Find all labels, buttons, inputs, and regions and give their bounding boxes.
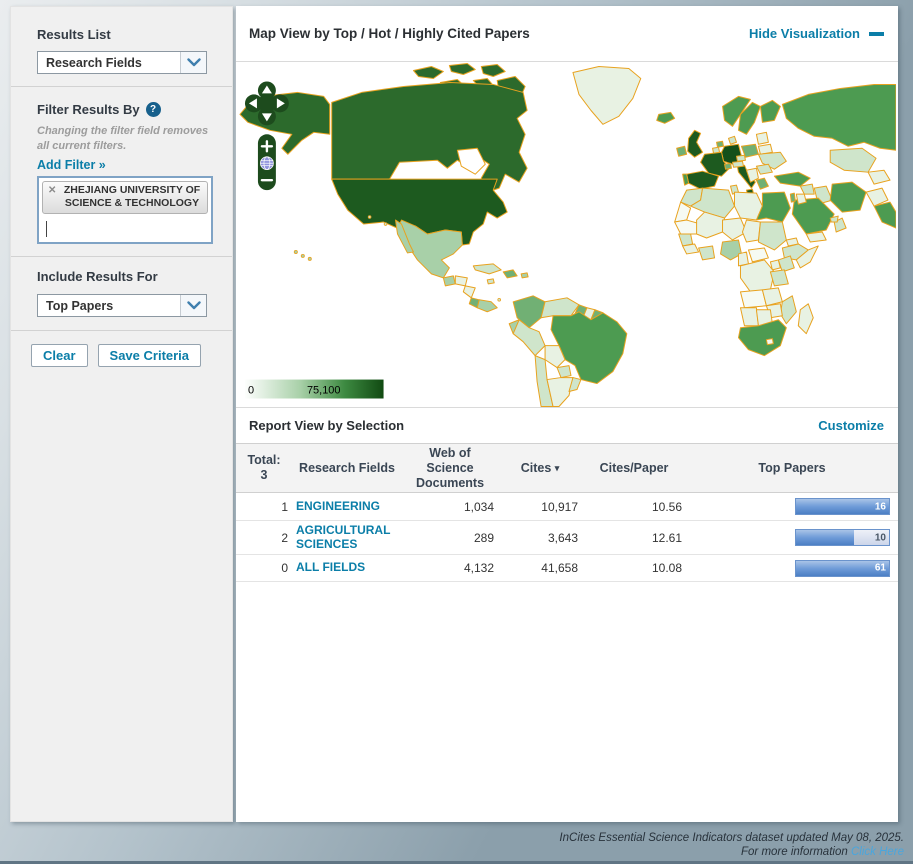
- results-list-value: Research Fields: [38, 52, 180, 73]
- results-list-section: Results List Research Fields: [11, 7, 232, 86]
- column-cites-sorted[interactable]: Cites ▾: [498, 444, 582, 493]
- sort-descending-icon: ▾: [555, 463, 560, 473]
- save-criteria-button[interactable]: Save Criteria: [98, 344, 202, 367]
- results-list-heading: Results List: [37, 27, 216, 42]
- report-header-bar: Report View by Selection Customize: [236, 408, 898, 443]
- column-wos-documents[interactable]: Web of Science Documents: [402, 444, 498, 493]
- top-papers-cell: 10: [686, 521, 898, 555]
- minus-icon: [869, 32, 884, 36]
- add-filter-link[interactable]: Add Filter »: [37, 158, 106, 172]
- results-list-dropdown[interactable]: Research Fields: [37, 51, 207, 74]
- wos-documents-cell: 1,034: [402, 493, 498, 521]
- help-icon[interactable]: ?: [146, 102, 161, 117]
- include-results-section: Include Results For Top Papers: [11, 257, 232, 330]
- cites-cell: 3,643: [498, 521, 582, 555]
- field-link[interactable]: ALL FIELDS: [296, 560, 365, 574]
- filter-by-heading: Filter Results By: [37, 102, 140, 117]
- top-papers-bar: 61: [795, 560, 890, 577]
- top-papers-value: 16: [875, 501, 886, 512]
- column-cites-per-paper[interactable]: Cites/Paper: [582, 444, 686, 493]
- field-link[interactable]: AGRICULTURAL SCIENCES: [296, 523, 390, 551]
- map-zoom-control[interactable]: [258, 134, 276, 190]
- cites-per-paper-cell: 10.56: [582, 493, 686, 521]
- map-header-bar: Map View by Top / Hot / Highly Cited Pap…: [236, 6, 898, 62]
- main-panel: Map View by Top / Hot / Highly Cited Pap…: [236, 6, 898, 822]
- include-results-dropdown[interactable]: Top Papers: [37, 294, 207, 317]
- wos-documents-cell: 289: [402, 521, 498, 555]
- legend-min-label: 0: [248, 385, 254, 397]
- rank-cell: 2: [236, 521, 292, 555]
- top-papers-bar: 16: [795, 498, 890, 515]
- choropleth-map-area: 0 75,100: [236, 62, 898, 408]
- active-filters-box[interactable]: ✕ ZHEJIANG UNIVERSITY OF SCIENCE & TECHN…: [37, 176, 213, 244]
- dataset-footer: InCites Essential Science Indicators dat…: [559, 831, 904, 859]
- filter-tag-label: ZHEJIANG UNIVERSITY OF SCIENCE & TECHNOL…: [64, 184, 200, 209]
- customize-link[interactable]: Customize: [818, 418, 884, 433]
- cites-per-paper-cell: 12.61: [582, 521, 686, 555]
- rank-cell: 0: [236, 555, 292, 582]
- include-results-value: Top Papers: [38, 295, 180, 316]
- top-papers-cell: 16: [686, 493, 898, 521]
- table-header-row: Total: 3 Research Fields Web of Science …: [236, 444, 898, 493]
- sidebar-actions: Clear Save Criteria: [11, 331, 232, 367]
- filter-tag[interactable]: ✕ ZHEJIANG UNIVERSITY OF SCIENCE & TECHN…: [42, 181, 208, 214]
- dataset-updated-text: InCites Essential Science Indicators dat…: [559, 831, 904, 845]
- hide-visualization-label: Hide Visualization: [749, 26, 860, 41]
- cites-cell: 41,658: [498, 555, 582, 582]
- text-cursor: [46, 221, 47, 237]
- column-research-fields[interactable]: Research Fields: [292, 444, 402, 493]
- remove-filter-icon[interactable]: ✕: [48, 185, 56, 198]
- map-view-title: Map View by Top / Hot / Highly Cited Pap…: [249, 26, 530, 41]
- results-table: Total: 3 Research Fields Web of Science …: [236, 443, 898, 582]
- chevron-down-icon: [180, 52, 206, 73]
- zoom-world-icon: [260, 157, 273, 170]
- report-view-title: Report View by Selection: [249, 418, 404, 433]
- chevron-down-icon: [180, 295, 206, 316]
- field-link[interactable]: ENGINEERING: [296, 499, 380, 513]
- filter-note: Changing the filter field removes all cu…: [37, 124, 213, 153]
- world-map[interactable]: 0 75,100: [236, 62, 896, 407]
- table-row: 2 AGRICULTURAL SCIENCES 289 3,643 12.61 …: [236, 521, 898, 555]
- top-papers-value: 61: [875, 563, 886, 574]
- filter-by-section: Filter Results By ? Changing the filter …: [11, 87, 232, 256]
- table-row: 1 ENGINEERING 1,034 10,917 10.56 16: [236, 493, 898, 521]
- table-row: 0 ALL FIELDS 4,132 41,658 10.08 61: [236, 555, 898, 582]
- more-info-text: For more information: [741, 846, 851, 858]
- legend-max-label: 75,100: [307, 385, 341, 397]
- include-results-heading: Include Results For: [37, 269, 216, 284]
- top-papers-bar: 10: [795, 529, 890, 546]
- top-papers-value: 10: [875, 532, 886, 543]
- clear-button[interactable]: Clear: [31, 344, 88, 367]
- filter-sidebar: Results List Research Fields Filter Resu…: [10, 6, 233, 822]
- cites-per-paper-cell: 10.08: [582, 555, 686, 582]
- hide-visualization-link[interactable]: Hide Visualization: [749, 26, 884, 41]
- cites-cell: 10,917: [498, 493, 582, 521]
- total-count-header: Total: 3: [236, 444, 292, 493]
- click-here-link[interactable]: Click Here: [851, 846, 904, 858]
- map-countries[interactable]: [240, 64, 896, 407]
- column-top-papers[interactable]: Top Papers: [686, 444, 898, 493]
- esi-application: Results List Research Fields Filter Resu…: [0, 0, 913, 864]
- wos-documents-cell: 4,132: [402, 555, 498, 582]
- top-papers-cell: 61: [686, 555, 898, 582]
- map-legend: 0 75,100: [245, 380, 384, 399]
- rank-cell: 1: [236, 493, 292, 521]
